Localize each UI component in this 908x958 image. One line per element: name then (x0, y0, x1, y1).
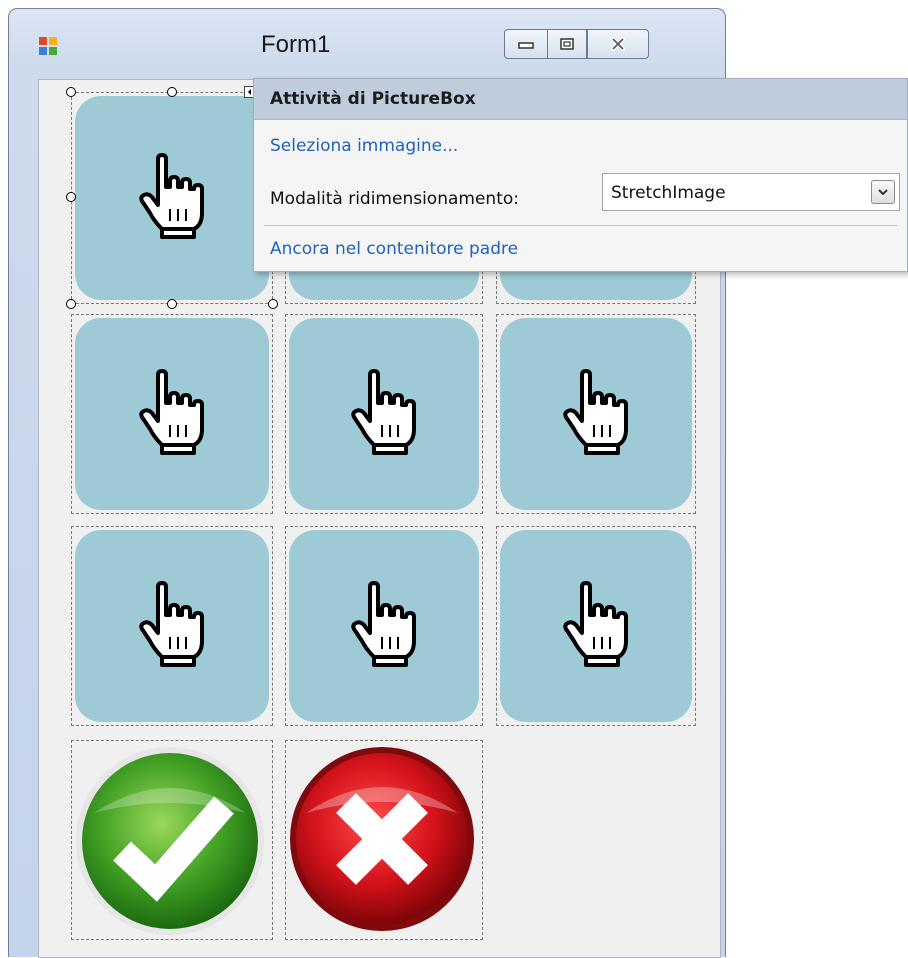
resize-handle-bottom[interactable] (167, 299, 177, 309)
resize-handle-left[interactable] (66, 192, 76, 202)
green-check-icon (76, 747, 264, 935)
form-app-icon (39, 37, 57, 55)
panel-separator (264, 225, 897, 226)
picture-box-4[interactable] (71, 314, 273, 514)
resize-handle-bottom-right[interactable] (268, 299, 278, 309)
resize-handle-top-left[interactable] (66, 87, 76, 97)
panel-header: Attività di PictureBox (254, 79, 907, 120)
hand-pointer-icon (563, 581, 628, 667)
tile-background (75, 96, 269, 300)
tile-background (75, 318, 269, 510)
hand-pointer-icon (139, 581, 204, 667)
picture-box-8[interactable] (285, 526, 483, 726)
tile-background (289, 530, 479, 722)
picture-box-11[interactable] (285, 740, 483, 940)
picture-box-1[interactable] (71, 92, 273, 304)
dropdown-button[interactable] (871, 180, 895, 204)
minimize-button[interactable] (504, 29, 548, 59)
hand-pointer-icon (351, 581, 416, 667)
maximize-icon (560, 38, 574, 50)
tile-background (500, 530, 692, 722)
dock-in-parent-link[interactable]: Ancora nel contenitore padre (270, 239, 518, 259)
window-title: Form1 (261, 31, 331, 58)
tile-background (289, 318, 479, 510)
title-bar[interactable]: Form1 (9, 9, 725, 71)
picture-box-9[interactable] (496, 526, 696, 726)
tile-background (75, 530, 269, 722)
size-mode-value: StretchImage (611, 183, 726, 203)
hand-pointer-icon (563, 369, 628, 455)
picturebox-tasks-panel: Attività di PictureBox Seleziona immagin… (253, 78, 908, 272)
picture-box-5[interactable] (285, 314, 483, 514)
size-mode-dropdown[interactable]: StretchImage (602, 173, 900, 211)
red-x-icon (290, 747, 474, 931)
resize-handle-bottom-left[interactable] (66, 299, 76, 309)
tile-background (500, 318, 692, 510)
resize-handle-top[interactable] (167, 87, 177, 97)
chevron-down-icon (878, 189, 888, 196)
close-icon (611, 37, 625, 51)
maximize-button[interactable] (547, 29, 587, 59)
minimize-icon (518, 42, 534, 49)
picture-box-7[interactable] (71, 526, 273, 726)
size-mode-label: Modalità ridimensionamento: (270, 189, 519, 209)
picture-box-10[interactable] (71, 740, 273, 940)
panel-title: Attività di PictureBox (270, 89, 476, 109)
close-button[interactable] (587, 29, 649, 59)
picture-box-6[interactable] (496, 314, 696, 514)
hand-pointer-icon (351, 369, 416, 455)
hand-pointer-icon (139, 369, 204, 455)
select-image-link[interactable]: Seleziona immagine... (270, 136, 458, 156)
hand-pointer-icon (139, 153, 204, 239)
